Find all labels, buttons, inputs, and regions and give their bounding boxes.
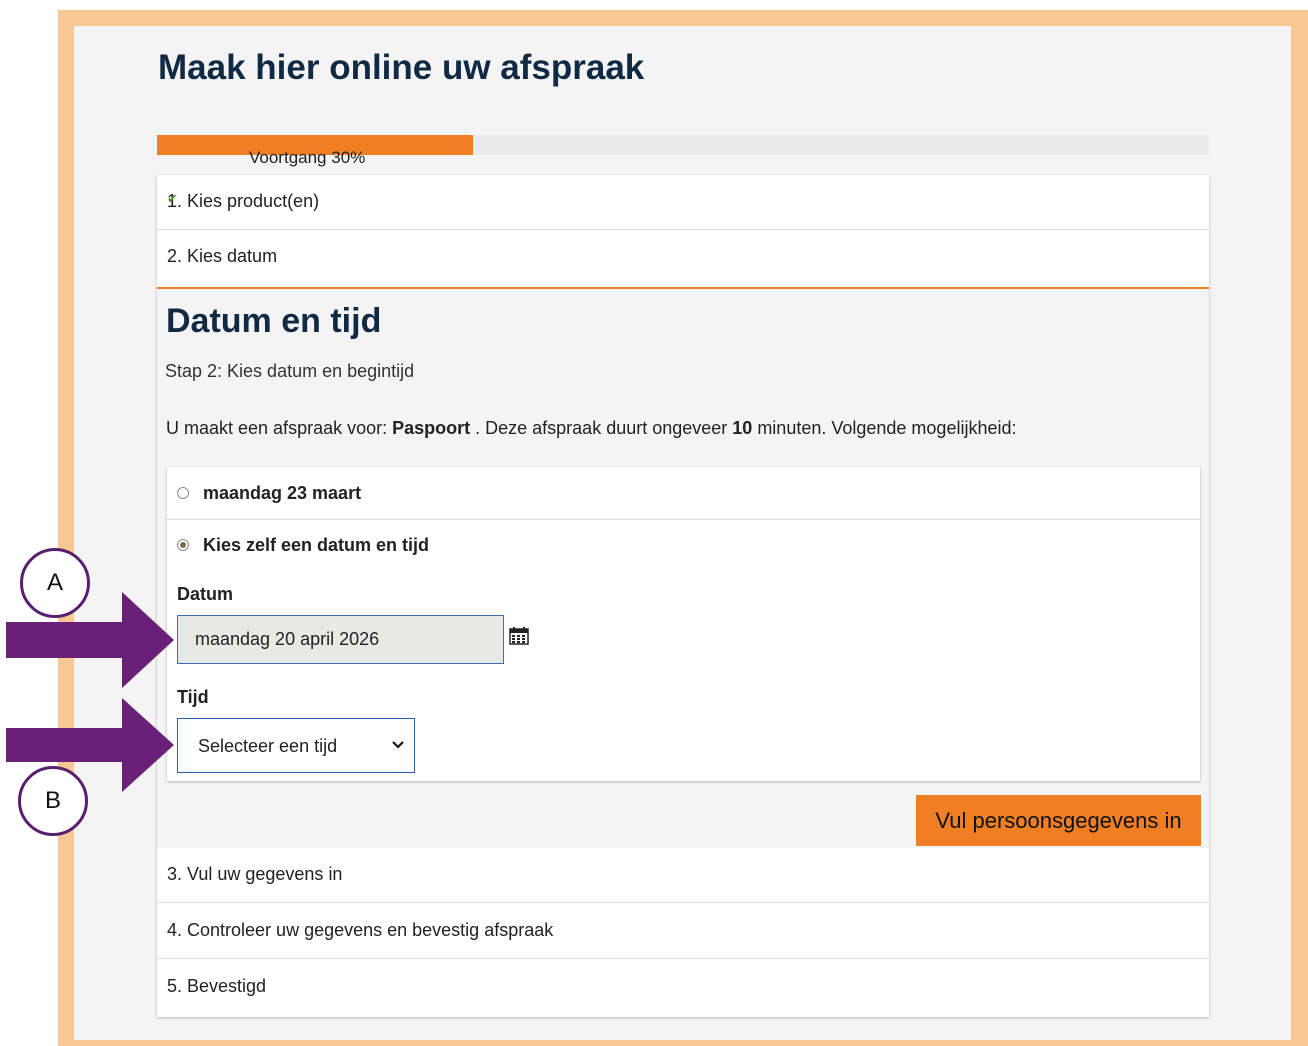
step-2-header[interactable]: 2. Kies datum	[157, 230, 1209, 285]
step-label: 3. Vul uw gegevens in	[167, 864, 343, 884]
appointment-info: U maakt een afspraak voor: Paspoort . De…	[166, 418, 1017, 439]
chevron-down-icon	[392, 741, 404, 749]
time-label: Tijd	[177, 687, 209, 707]
step-3-header[interactable]: 3. Vul uw gegevens in	[157, 848, 1209, 903]
section-title: Datum en tijd	[166, 302, 382, 340]
step-label: 5. Bevestigd	[167, 976, 267, 996]
product-name: Paspoort	[392, 418, 471, 438]
step-label: 2. Kies datum	[167, 246, 278, 266]
steps-accordion: 1. Kies product(en) ✔ 2. Kies datum Datu…	[157, 175, 1209, 1017]
progress-label: Voortgang 30%	[249, 148, 366, 167]
page-title: Maak hier online uw afspraak	[158, 48, 645, 87]
option-label: Kies zelf een datum en tijd	[203, 535, 430, 555]
radio-button-selected[interactable]	[177, 539, 189, 551]
calendar-icon[interactable]	[509, 627, 529, 645]
step-4-header[interactable]: 4. Controleer uw gegevens en bevestig af…	[157, 904, 1209, 959]
info-prefix: U maakt een afspraak voor:	[166, 418, 393, 438]
step-label: 4. Controleer uw gegevens en bevestig af…	[167, 920, 554, 940]
step-1-header[interactable]: 1. Kies product(en) ✔	[157, 175, 1209, 230]
date-label: Datum	[177, 584, 234, 604]
time-select[interactable]: Selecteer een tijd	[177, 718, 415, 773]
step-5-header[interactable]: 5. Bevestigd	[157, 960, 1209, 1015]
info-middle: . Deze afspraak duurt ongeveer	[470, 418, 733, 438]
arrow-b-icon	[6, 698, 174, 792]
check-icon: ✔	[167, 191, 178, 206]
time-select-value: Selecteer een tijd	[198, 736, 338, 756]
date-options-card: maandag 23 maart Kies zelf een datum en …	[167, 467, 1200, 781]
step-subtitle: Stap 2: Kies datum en begintijd	[165, 361, 415, 381]
date-input[interactable]: maandag 20 april 2026	[177, 615, 504, 664]
option-choose-date[interactable]: Kies zelf een datum en tijd	[167, 519, 1200, 571]
option-label: maandag 23 maart	[203, 483, 362, 503]
radio-button[interactable]	[177, 487, 189, 499]
duration-value: 10	[732, 418, 753, 438]
option-next-available[interactable]: maandag 23 maart	[167, 467, 1200, 520]
step-2-panel: Datum en tijd Stap 2: Kies datum en begi…	[157, 287, 1209, 848]
arrow-a-icon	[6, 592, 174, 688]
info-suffix: minuten. Volgende mogelijkheid:	[752, 418, 1017, 438]
next-step-button[interactable]: Vul persoonsgegevens in	[916, 795, 1201, 846]
